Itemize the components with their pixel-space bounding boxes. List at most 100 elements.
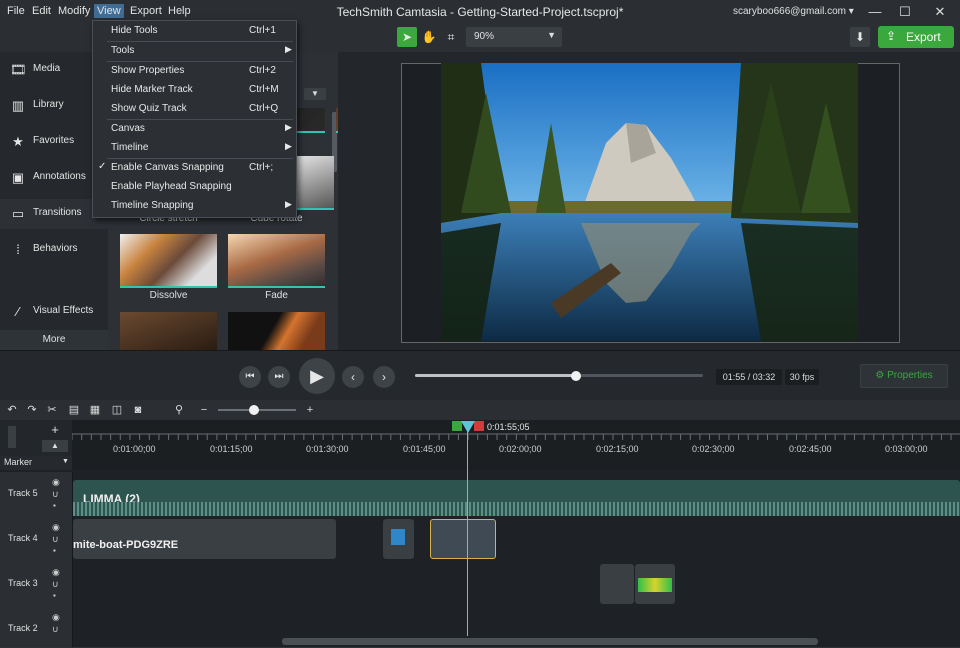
menu-item-tools[interactable]: Tools ▶ — [93, 42, 296, 60]
minimize-button[interactable]: — — [860, 2, 890, 22]
scrub-track[interactable] — [415, 374, 703, 377]
wand-icon: ⁄ — [16, 304, 20, 319]
sidebar-item-visual-effects[interactable]: ⁄ Visual Effects — [0, 297, 108, 327]
zoom-out-icon[interactable]: − — [197, 403, 211, 417]
zoom-select[interactable]: 90% ▼ — [466, 27, 562, 47]
camera-icon[interactable]: ◙ — [131, 403, 145, 417]
behaviors-icon: ⁞ — [16, 242, 20, 257]
step-forward-icon[interactable]: ⏭ — [268, 366, 290, 388]
copy-icon[interactable]: ▤ — [67, 403, 81, 417]
magnet-icon[interactable]: ∪ — [52, 489, 59, 500]
sidebar-item-behaviors[interactable]: ⁞ Behaviors — [0, 235, 108, 265]
canvas-media-yosemite[interactable] — [441, 63, 858, 341]
chevron-up-icon[interactable]: ▲ — [42, 440, 68, 452]
video-clip-yosemite-boat[interactable]: mite-boat-PDG9ZRE — [73, 519, 336, 559]
zoom-in-icon[interactable]: + — [303, 403, 317, 417]
zoom-value: 90% — [474, 31, 495, 42]
maximize-button[interactable]: ☐ — [890, 2, 920, 22]
transition-thumb[interactable] — [120, 312, 217, 350]
playhead-line — [467, 430, 468, 636]
menu-item-timeline[interactable]: Timeline ▶ — [93, 139, 296, 157]
eye-icon[interactable]: ◉ — [52, 612, 60, 623]
transition-thumb[interactable] — [228, 312, 325, 350]
menu-item-timeline-snapping[interactable]: Timeline Snapping ▶ — [93, 197, 296, 215]
media-clip[interactable] — [600, 564, 634, 604]
menu-item-label: Hide Tools — [111, 25, 158, 36]
menu-export[interactable]: Export — [127, 4, 165, 18]
lock-icon[interactable]: ▪ — [53, 501, 56, 510]
menu-item-show-quiz-track[interactable]: Show Quiz Track Ctrl+Q — [93, 100, 296, 118]
chevron-down-icon: ▼ — [547, 30, 556, 40]
export-button[interactable]: ⇪ Export — [878, 26, 954, 48]
sidebar-item-label: Behaviors — [33, 243, 78, 254]
more-button[interactable]: More — [0, 330, 108, 350]
menu-item-label: Tools — [111, 45, 135, 56]
ruler-tick-label: 0:02:45;00 — [789, 444, 832, 454]
pan-tool-icon[interactable]: ✋ — [419, 27, 439, 47]
menu-item-hide-marker-track[interactable]: Hide Marker Track Ctrl+M — [93, 81, 296, 99]
marker-lane[interactable] — [72, 456, 960, 470]
marker-track: Marker ▼ — [0, 456, 960, 470]
sidebar-item-label: Favorites — [33, 135, 75, 146]
previous-marker-icon[interactable]: ‹ — [342, 366, 364, 388]
menu-item-canvas[interactable]: Canvas ▶ — [93, 120, 296, 138]
annotation-icon: ▣ — [11, 170, 25, 185]
menu-item-label: Show Quiz Track — [111, 103, 187, 114]
eye-icon[interactable]: ◉ — [52, 522, 60, 533]
menu-item-hide-tools[interactable]: Hide Tools Ctrl+1 — [93, 22, 296, 40]
chevron-down-icon[interactable]: ▼ — [304, 88, 326, 100]
ruler-tick-label: 0:02:15;00 — [596, 444, 639, 454]
track-header: Track 5 ◉ ∪ ▪ — [0, 472, 73, 517]
menu-modify[interactable]: Modify — [55, 4, 93, 18]
lock-icon[interactable]: ▪ — [53, 591, 56, 600]
media-clip[interactable] — [635, 564, 675, 604]
clip-thumbnail — [391, 529, 405, 545]
close-button[interactable]: ✕ — [925, 2, 955, 22]
menu-view[interactable]: View — [94, 4, 124, 18]
selection-out-handle[interactable] — [474, 421, 484, 431]
play-icon[interactable]: ▶ — [299, 358, 335, 394]
add-track-icon[interactable]: + — [42, 422, 68, 438]
eye-icon[interactable]: ◉ — [52, 567, 60, 578]
search-icon[interactable]: ⚲ — [172, 403, 186, 417]
zoom-slider-handle[interactable] — [249, 405, 259, 415]
menu-help[interactable]: Help — [165, 4, 194, 18]
magnet-icon[interactable]: ∪ — [52, 579, 59, 590]
menu-file[interactable]: File — [4, 4, 28, 18]
selected-media-clip[interactable] — [430, 519, 496, 559]
menu-item-show-properties[interactable]: Show Properties Ctrl+2 — [93, 62, 296, 80]
menu-item-enable-playhead-snapping[interactable]: Enable Playhead Snapping — [93, 178, 296, 196]
redo-icon[interactable]: ↷ — [25, 403, 39, 417]
transition-thumb-fade[interactable] — [228, 234, 325, 288]
ruler-tick-label: 0:01:30;00 — [306, 444, 349, 454]
undo-icon[interactable]: ↶ — [5, 403, 19, 417]
cut-icon[interactable]: ✂ — [45, 403, 59, 417]
ruler-tick-label: 0:01:00;00 — [113, 444, 156, 454]
arrow-tool-icon[interactable]: ➤ — [397, 27, 417, 47]
magnet-icon[interactable]: ∪ — [52, 624, 59, 635]
transition-thumb-dissolve[interactable] — [120, 234, 217, 288]
menu-item-shortcut: Ctrl+; — [249, 162, 274, 173]
properties-button[interactable]: ⚙ Properties — [860, 364, 948, 388]
chevron-down-icon[interactable]: ▼ — [62, 458, 69, 465]
next-marker-icon[interactable]: › — [373, 366, 395, 388]
audio-clip-limma[interactable]: LIMMA (2) — [73, 480, 960, 516]
properties-label: Properties — [887, 370, 933, 381]
track-height-slider[interactable] — [8, 426, 16, 448]
eye-icon[interactable]: ◉ — [52, 477, 60, 488]
lock-icon[interactable]: ▪ — [53, 546, 56, 555]
split-icon[interactable]: ◫ — [110, 403, 124, 417]
crop-tool-icon[interactable]: ⌗ — [441, 27, 461, 47]
step-back-icon[interactable]: ⏮ — [239, 366, 261, 388]
playhead-time: 0:01:55;05 — [487, 422, 530, 432]
menu-edit[interactable]: Edit — [29, 4, 54, 18]
account-menu[interactable]: scaryboo666@gmail.com ▾ — [733, 6, 854, 17]
fps-display: 30 fps — [785, 369, 819, 385]
timeline-scrollbar[interactable] — [282, 638, 818, 645]
magnet-icon[interactable]: ∪ — [52, 534, 59, 545]
paste-icon[interactable]: ▦ — [88, 403, 102, 417]
selection-in-handle[interactable] — [452, 421, 462, 431]
download-icon[interactable]: ⬇ — [850, 27, 870, 47]
media-clip[interactable] — [383, 519, 414, 559]
menu-item-enable-canvas-snapping[interactable]: ✓ Enable Canvas Snapping Ctrl+; — [93, 159, 296, 177]
